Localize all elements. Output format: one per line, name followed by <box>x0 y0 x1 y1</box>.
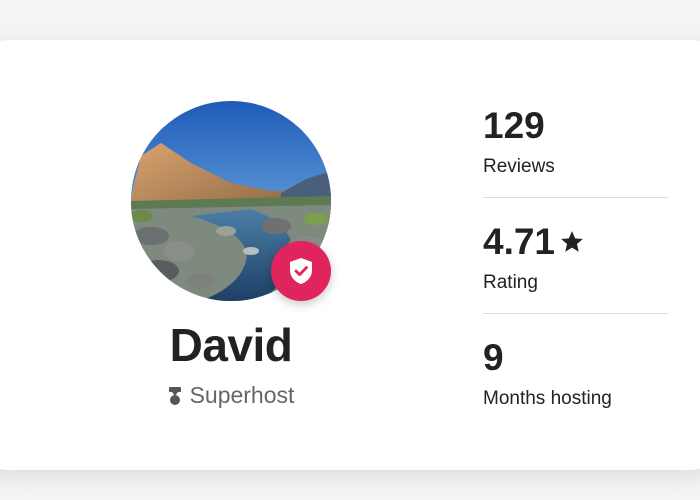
superhost-tag: Superhost <box>131 382 331 409</box>
rating-value-row: 4.71 <box>483 220 668 264</box>
star-icon <box>561 231 583 252</box>
months-hosting-label: Months hosting <box>483 388 612 409</box>
stat-reviews[interactable]: 129 Reviews <box>483 104 668 178</box>
stats-divider <box>483 197 668 198</box>
host-name: David <box>169 319 293 371</box>
host-avatar[interactable] <box>131 101 331 301</box>
stats-divider <box>483 313 668 314</box>
verified-badge <box>271 241 331 301</box>
superhost-label: Superhost <box>189 382 295 408</box>
rating-value: 4.71 <box>483 221 556 262</box>
months-hosting-value: 9 <box>483 337 504 378</box>
stat-months-hosting[interactable]: 9 Months hosting <box>483 336 668 410</box>
reviews-label: Reviews <box>483 156 555 177</box>
stat-rating[interactable]: 4.71 Rating <box>483 220 668 294</box>
superhost-medal-icon <box>168 386 181 405</box>
rating-label: Rating <box>483 272 538 293</box>
verified-shield-icon <box>290 258 312 284</box>
reviews-count: 129 <box>483 105 545 146</box>
